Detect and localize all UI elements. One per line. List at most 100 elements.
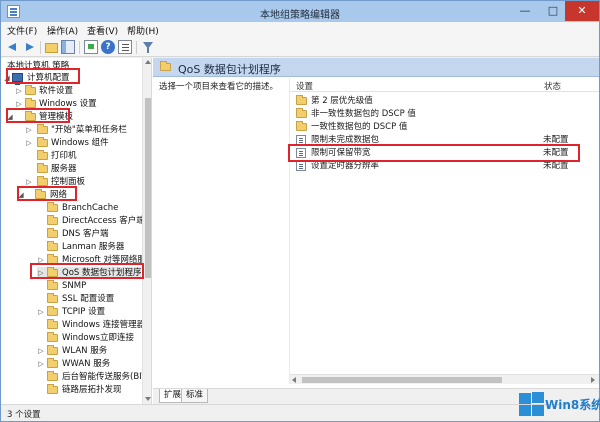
folder-icon — [160, 61, 171, 71]
menu-action[interactable]: 操作(A) — [47, 24, 78, 37]
collapsed-arrow-icon[interactable]: ▷ — [25, 176, 33, 188]
folder-icon — [296, 121, 307, 131]
expanded-arrow-icon[interactable]: ◢ — [6, 111, 14, 123]
scroll-left-arrow-icon[interactable] — [292, 377, 296, 383]
app-window: 本地组策略编辑器 — □ ✕ 文件(F) 操作(A) 查看(V) 帮助(H) ?… — [0, 0, 600, 422]
tree-item-label: 后台智能传送服务(BIT — [62, 372, 147, 382]
list-item[interactable]: 第 2 层优先级值 — [290, 95, 590, 107]
title-bar: 本地组策略编辑器 — □ ✕ — [1, 1, 599, 22]
scroll-right-arrow-icon[interactable] — [591, 377, 595, 383]
expanded-arrow-icon[interactable]: ◢ — [17, 189, 25, 201]
toolbar: ? — [1, 38, 599, 57]
list-item[interactable]: 设置定时器分辨率 未配置 — [290, 160, 590, 172]
expanded-arrow-icon[interactable]: ◢ — [3, 72, 11, 84]
menu-help[interactable]: 帮助(H) — [127, 24, 159, 37]
list-item-state: 未配置 — [543, 148, 569, 158]
list-item[interactable]: 限制未完成数据包 未配置 — [290, 134, 590, 146]
folder-icon — [37, 124, 48, 134]
window-title: 本地组策略编辑器 — [260, 10, 340, 21]
tree-vertical-scrollbar[interactable] — [142, 58, 151, 404]
folder-icon — [47, 319, 58, 329]
folder-icon — [47, 241, 58, 251]
properties-icon[interactable] — [118, 40, 132, 54]
tree-item-label: QoS 数据包计划程序 — [62, 268, 142, 278]
list-item-name: 设置定时器分辨率 — [311, 161, 380, 171]
collapsed-arrow-icon[interactable]: ▷ — [37, 306, 45, 318]
tree-item-label: TCPIP 设置 — [62, 307, 106, 317]
filter-icon[interactable] — [141, 40, 155, 54]
maximize-button[interactable]: □ — [539, 1, 567, 21]
collapsed-arrow-icon[interactable]: ▷ — [37, 267, 45, 279]
tree-item-label: SNMP — [62, 281, 87, 291]
windows-logo-icon — [517, 392, 545, 418]
tree-item-label: DNS 客户端 — [62, 229, 109, 239]
list-item-name: 非一致性数据包的 DSCP 值 — [311, 109, 416, 119]
tree-item-label: WLAN 服务 — [62, 346, 108, 356]
export-list-icon[interactable] — [84, 40, 98, 54]
scroll-thumb[interactable] — [302, 377, 502, 383]
status-bar: 3 个设置 — [1, 404, 599, 421]
tree-item-label: Windows 组件 — [51, 138, 109, 148]
list-item-name: 限制可保留带宽 — [311, 148, 371, 158]
menu-file[interactable]: 文件(F) — [7, 24, 37, 37]
minimize-button[interactable]: — — [511, 1, 539, 21]
collapsed-arrow-icon[interactable]: ▷ — [25, 124, 33, 136]
menu-view[interactable]: 查看(V) — [87, 24, 118, 37]
tree-item-label: 打印机 — [51, 151, 77, 161]
list-header: 设置 状态 — [290, 78, 599, 92]
scroll-thumb[interactable] — [145, 98, 151, 278]
collapsed-arrow-icon[interactable]: ▷ — [15, 85, 23, 97]
back-icon[interactable] — [6, 40, 20, 54]
folder-icon — [47, 358, 58, 368]
tree-item-label: 本地计算机 策略 — [7, 61, 70, 71]
list-item[interactable]: 非一致性数据包的 DSCP 值 — [290, 108, 590, 120]
tree-item-label: 软件设置 — [39, 86, 74, 96]
list-item-state: 未配置 — [543, 161, 569, 171]
folder-icon — [25, 85, 36, 95]
collapsed-arrow-icon[interactable]: ▷ — [25, 137, 33, 149]
tree-pane: 本地计算机 策略 ◢ 计算机配置 ▷ 软件设置 ▷ Windows 设置 ◢ 管… — [1, 58, 152, 404]
details-title: QoS 数据包计划程序 — [178, 63, 281, 76]
help-icon[interactable]: ? — [101, 40, 115, 54]
watermark-text: Win8系统之家 — [545, 398, 600, 412]
show-hide-tree-icon[interactable] — [61, 40, 75, 54]
folder-icon — [37, 137, 48, 147]
up-folder-icon[interactable] — [45, 43, 58, 53]
tree-item-qos-packet-scheduler[interactable]: ▷ QoS 数据包计划程序 — [37, 267, 142, 279]
tab-standard[interactable]: 标准 — [181, 389, 209, 403]
tree-item-label: 链路层拓扑发现 — [62, 385, 122, 395]
folder-icon — [47, 293, 58, 303]
close-button[interactable]: ✕ — [565, 1, 599, 21]
folder-icon — [47, 371, 58, 381]
scroll-down-arrow-icon[interactable] — [145, 397, 151, 401]
folder-icon — [296, 108, 307, 118]
column-header-setting[interactable]: 设置 — [296, 80, 313, 92]
column-header-state[interactable]: 状态 — [544, 80, 561, 92]
status-text: 3 个设置 — [7, 410, 41, 420]
folder-icon — [47, 267, 58, 277]
tree-item-label: Windows 连接管理器 — [62, 320, 146, 330]
folder-icon — [47, 215, 58, 225]
toolbar-separator — [136, 41, 137, 54]
list-item[interactable]: 一致性数据包的 DSCP 值 — [290, 121, 590, 133]
collapsed-arrow-icon[interactable]: ▷ — [37, 358, 45, 370]
tree-item-label: Windows立即连接 — [62, 333, 134, 343]
scroll-up-arrow-icon[interactable] — [145, 60, 151, 64]
folder-icon — [47, 306, 58, 316]
computer-icon — [12, 73, 23, 85]
description-text: 选择一个项目来查看它的描述。 — [159, 82, 279, 92]
folder-icon — [37, 176, 48, 186]
list-item-name: 第 2 层优先级值 — [311, 96, 373, 106]
collapsed-arrow-icon[interactable]: ▷ — [37, 345, 45, 357]
details-header: QoS 数据包计划程序 — [153, 58, 599, 77]
list-item[interactable]: 限制可保留带宽 未配置 — [290, 147, 590, 159]
collapsed-arrow-icon[interactable]: ▷ — [15, 98, 23, 110]
details-pane: QoS 数据包计划程序 选择一个项目来查看它的描述。 设置 状态 第 2 层优先… — [153, 58, 599, 404]
policy-setting-icon — [296, 135, 306, 145]
list-horizontal-scrollbar[interactable] — [290, 374, 599, 384]
folder-icon — [25, 111, 36, 121]
forward-icon[interactable] — [22, 40, 36, 54]
tree-item-label: 服务器 — [51, 164, 77, 174]
folder-icon — [47, 254, 58, 264]
collapsed-arrow-icon[interactable]: ▷ — [37, 254, 45, 266]
